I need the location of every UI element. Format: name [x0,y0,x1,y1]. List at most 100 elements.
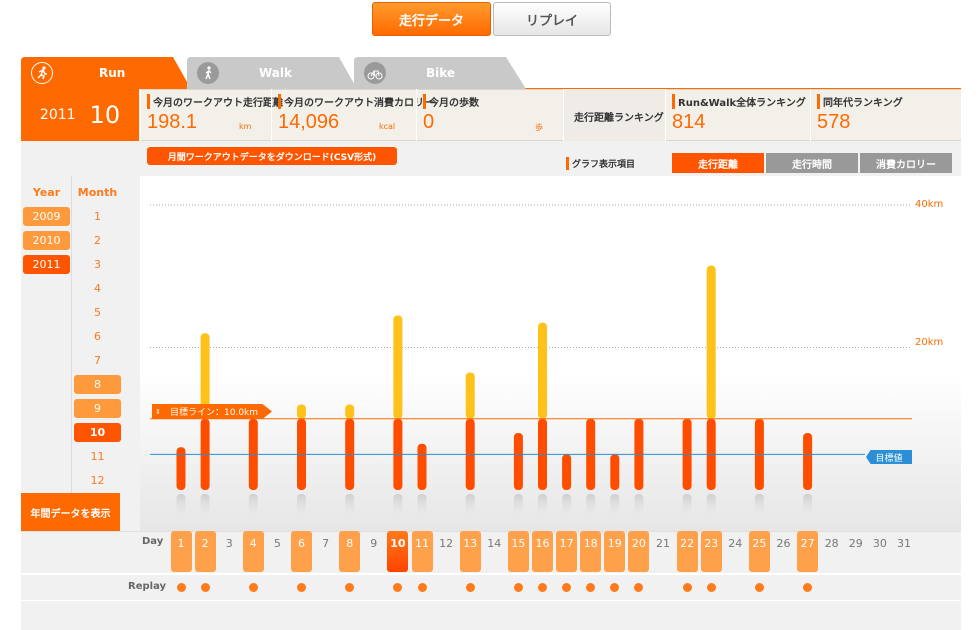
month-option[interactable]: 4 [74,279,121,298]
day-cell-1[interactable]: 1 [170,531,192,572]
replay-dot-day-15[interactable] [513,583,523,592]
stat-steps-unit: 歩 [535,123,543,132]
replay-dot-day-4[interactable] [248,583,258,592]
stat-age-rank-value: 578 [817,111,851,133]
replay-dot-day-1[interactable] [176,583,186,592]
bar-over-target-day-10 [393,315,403,419]
graph-tab-distance[interactable]: 走行距離 [672,153,764,173]
month-option[interactable]: 10 [74,423,121,442]
day-cell-3: 3 [225,537,233,550]
month-header: Month [77,186,118,199]
tab-run-data[interactable]: 走行データ [372,2,491,36]
day-cell-19[interactable]: 19 [604,531,626,572]
day-cell-6[interactable]: 6 [291,531,312,572]
replay-dot-day-25[interactable] [754,583,764,592]
replay-dot-day-23[interactable] [706,583,716,592]
tab-replay[interactable]: リプレイ [493,2,611,36]
stat-steps-caption: 今月の歩数 [423,94,479,109]
bar-day-19 [610,454,620,490]
year-option[interactable]: 2011 [23,255,70,274]
month-option[interactable]: 9 [74,399,121,418]
tab-walk[interactable]: Walk [187,57,357,89]
day-row-label: Day [142,536,164,547]
day-cell-21: 21 [656,537,670,550]
month-option[interactable]: 3 [74,255,121,274]
bar-reflection [610,494,620,516]
bar-reflection [393,494,403,516]
day-cell-22[interactable]: 22 [676,531,698,572]
bar-reflection [634,494,644,516]
month-option[interactable]: 6 [74,327,121,346]
target-line-tag[interactable]: ⇕ 目標ライン：10.0km [152,404,273,419]
stat-calories-value: 14,096 [278,111,340,133]
day-cell-11[interactable]: 11 [411,531,433,572]
stat-overall-rank-value: 814 [672,111,706,133]
day-cell-30: 30 [872,537,887,550]
day-cell-5: 5 [273,537,281,550]
stat-distance: 今月のワークアウト走行距離 198.1 km [140,89,283,141]
day-cell-23[interactable]: 23 [700,531,722,572]
day-cell-2[interactable]: 2 [194,531,216,572]
bar-reflection [345,494,355,516]
day-cell-24: 24 [728,537,743,550]
stat-overall-rank-caption: Run&Walk全体ランキング [672,94,806,109]
bar-day-11 [417,443,427,490]
day-cell-10[interactable]: 10 [387,531,409,572]
stat-age-rank-caption: 同年代ランキング [817,94,903,109]
month-option[interactable]: 12 [74,471,121,490]
bar-day-1 [176,447,186,490]
replay-row-label: Replay [128,581,167,592]
stat-calories-caption: 今月のワークアウト消費カロリー [278,94,434,109]
day-cell-17[interactable]: 17 [556,531,578,572]
replay-dot-day-13[interactable] [465,583,475,592]
ranking-heading-label: 走行距離ランキング [574,113,664,124]
replay-dot-day-6[interactable] [297,583,306,592]
day-cell-18[interactable]: 18 [580,531,602,572]
year-option[interactable]: 2010 [23,231,70,250]
stat-ranking-heading: 走行距離ランキング [563,89,665,141]
day-cell-25[interactable]: 25 [748,531,770,572]
bar-reflection [176,494,186,516]
month-option[interactable]: 7 [74,351,121,370]
bar-day-17 [562,454,572,490]
replay-dot-day-2[interactable] [200,583,210,592]
day-cell-20[interactable]: 20 [628,531,650,572]
bike-icon [364,62,386,84]
download-csv-button[interactable]: 月間ワークアウトデータをダウンロード(CSV形式) [147,147,397,165]
day-cell-28: 28 [824,537,839,550]
day-cell-13[interactable]: 13 [459,531,481,572]
replay-dot-day-16[interactable] [538,583,547,592]
walker-icon [197,62,219,84]
bar-reflection [417,494,427,516]
bar-over-target-day-13 [465,372,475,419]
day-cell-15[interactable]: 15 [507,531,529,572]
graph-tab-time[interactable]: 走行時間 [766,153,858,173]
month-option[interactable]: 11 [74,447,121,466]
day-cell-4[interactable]: 4 [242,531,264,572]
day-cell-8[interactable]: 8 [339,531,361,572]
target-value-tag: 目標値 [866,450,912,464]
month-option[interactable]: 5 [74,303,121,322]
month-option[interactable]: 1 [74,207,121,226]
tab-bike-label: Bike [426,66,456,80]
stat-steps: 今月の歩数 0 歩 [416,89,563,141]
axis-label-20km: 20km [915,337,944,348]
bar-over-target-day-23 [706,265,716,419]
bar-reflection [297,494,306,516]
distance-bar-chart [150,204,912,516]
graph-tab-calories[interactable]: 消費カロリー [860,153,952,173]
tab-bike[interactable]: Bike [354,57,529,89]
tab-run[interactable]: Run [21,57,191,89]
replay-dot-day-11[interactable] [417,583,427,592]
day-cell-27[interactable]: 27 [797,531,819,572]
day-cell-16[interactable]: 16 [532,531,553,572]
replay-dot-day-22[interactable] [682,583,692,592]
bar-reflection [248,494,258,516]
stat-distance-unit: km [239,122,252,131]
month-option[interactable]: 8 [74,375,121,394]
bar-over-target-day-8 [345,404,355,419]
month-option[interactable]: 2 [74,231,121,250]
bar-reflection [754,494,764,516]
year-option[interactable]: 2009 [23,207,70,226]
show-year-data-button[interactable]: 年間データを表示 [21,493,120,531]
